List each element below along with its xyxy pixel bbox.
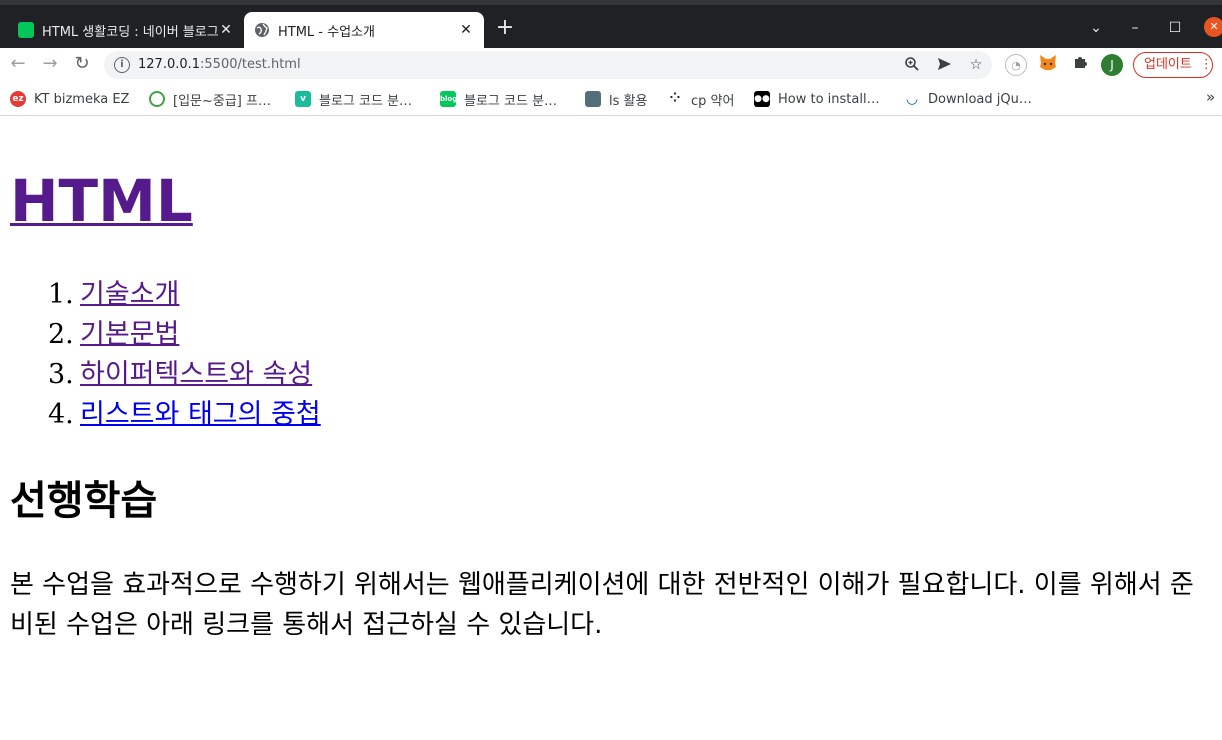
maximize-icon[interactable]: ☐ [1164, 16, 1186, 42]
list-number: 4. [48, 399, 74, 430]
browser-toolbar: ← → ↻ i 127.0.0.1:5500/test.html ☆ ◔ J 업… [0, 48, 1222, 82]
course-icon [149, 91, 165, 107]
send-icon[interactable] [934, 56, 954, 76]
dots-icon: ⁘ [667, 91, 683, 107]
lesson-link[interactable]: 하이퍼텍스트와 속성 [80, 355, 312, 395]
bookmark-item[interactable]: ◡ Download jQu… [904, 89, 1032, 109]
tab-search-icon[interactable]: ⌄ [1085, 16, 1107, 42]
lesson-link[interactable]: 기술소개 [80, 275, 179, 315]
list-number: 2. [48, 319, 74, 350]
new-tab-button[interactable]: + [494, 16, 516, 42]
medium-icon: ●● [754, 91, 770, 107]
terminal-icon [585, 91, 601, 107]
title-link[interactable]: HTML [10, 167, 193, 235]
update-label: 업데이트 [1144, 57, 1192, 72]
update-button[interactable]: 업데이트 ⋮ [1133, 52, 1213, 78]
bookmark-label: 블로그 코드 분… [464, 93, 558, 109]
bookmark-item[interactable]: ●● How to install… [754, 89, 880, 109]
window-close-icon[interactable]: ✕ [1204, 17, 1222, 37]
url-path: :5500/test.html [200, 57, 301, 72]
tab-active[interactable]: HTML - 수업소개 ✕ [244, 12, 484, 48]
bookmark-label: KT bizmeka EZ [34, 91, 130, 107]
bookmark-item[interactable]: [입문~중급] 프… [149, 89, 271, 109]
back-icon[interactable]: ← [5, 52, 31, 78]
list-item: 4. 리스트와 태그의 중첩 [48, 395, 321, 435]
tab-title: HTML - 수업소개 [278, 24, 375, 40]
bookmark-label: 블로그 코드 분… [319, 93, 413, 109]
extension-icon[interactable]: ◔ [1005, 54, 1027, 76]
puzzle-icon[interactable] [1069, 54, 1091, 76]
list-item: 1. 기술소개 [48, 275, 321, 315]
menu-icon[interactable]: ⋮ [1200, 57, 1212, 72]
bookmark-item[interactable]: ⁘ cp 약어 [667, 89, 734, 109]
bookmark-item[interactable]: blog 블로그 코드 분… [440, 89, 557, 109]
bookmark-item[interactable]: ez KT bizmeka EZ [10, 89, 129, 109]
list-item: 3. 하이퍼텍스트와 속성 [48, 355, 321, 395]
intro-paragraph: 본 수업을 효과적으로 수행하기 위해서는 웹애플리케이션에 대한 전반적인 이… [10, 570, 1194, 640]
naver-blog-icon [18, 22, 34, 38]
blog-icon: blog [440, 91, 457, 107]
lesson-link[interactable]: 기본문법 [80, 315, 179, 355]
list-number: 3. [48, 359, 74, 390]
minimize-icon[interactable]: – [1124, 16, 1146, 42]
tab-title: HTML 생활코딩 : 네이버 블로그 [42, 24, 218, 40]
reload-icon[interactable]: ↻ [69, 52, 95, 78]
zoom-icon[interactable] [902, 56, 922, 76]
list-number: 1. [48, 279, 74, 310]
close-icon[interactable]: ✕ [458, 22, 474, 38]
lesson-list: 1. 기술소개 2. 기본문법 3. 하이퍼텍스트와 속성 4. 리스트와 태그의 중첩 [48, 275, 321, 435]
metamask-icon[interactable] [1037, 54, 1059, 76]
globe-icon [254, 22, 270, 38]
v-icon: v [295, 91, 311, 107]
url-text[interactable]: 127.0.0.1:5500/test.html [138, 57, 301, 72]
info-icon[interactable]: i [114, 57, 130, 73]
tab-strip: HTML 생활코딩 : 네이버 블로그 ✕ HTML - 수업소개 ✕ + ⌄ … [0, 0, 1222, 48]
bookmark-label: ls 활용 [609, 93, 648, 109]
page-title: HTML [10, 167, 193, 235]
url-host: 127.0.0.1 [138, 57, 201, 72]
bookmark-item[interactable]: v 블로그 코드 분… [295, 89, 412, 109]
forward-icon[interactable]: → [37, 52, 63, 78]
close-icon[interactable]: ✕ [218, 22, 234, 38]
bookmarks-more-icon[interactable]: » [1206, 88, 1215, 106]
bookmark-item[interactable]: ls 활용 [585, 89, 647, 109]
bookmark-label: Download jQu… [928, 91, 1032, 107]
bookmark-label: [입문~중급] 프… [173, 93, 271, 109]
lesson-link[interactable]: 리스트와 태그의 중첩 [80, 395, 321, 435]
bookmark-label: cp 약어 [691, 93, 735, 109]
avatar[interactable]: J [1101, 54, 1123, 76]
jquery-icon: ◡ [904, 91, 920, 107]
tab-naver-blog[interactable]: HTML 생활코딩 : 네이버 블로그 ✕ [8, 12, 244, 48]
ez-icon: ez [10, 91, 26, 107]
bookmarks-bar: ez KT bizmeka EZ [입문~중급] 프… v 블로그 코드 분… bl… [0, 82, 1222, 116]
list-item: 2. 기본문법 [48, 315, 321, 355]
star-icon[interactable]: ☆ [966, 56, 986, 76]
address-bar[interactable]: i 127.0.0.1:5500/test.html ☆ [104, 51, 992, 79]
section-heading: 선행학습 [10, 478, 158, 524]
bookmark-label: How to install… [778, 91, 880, 107]
